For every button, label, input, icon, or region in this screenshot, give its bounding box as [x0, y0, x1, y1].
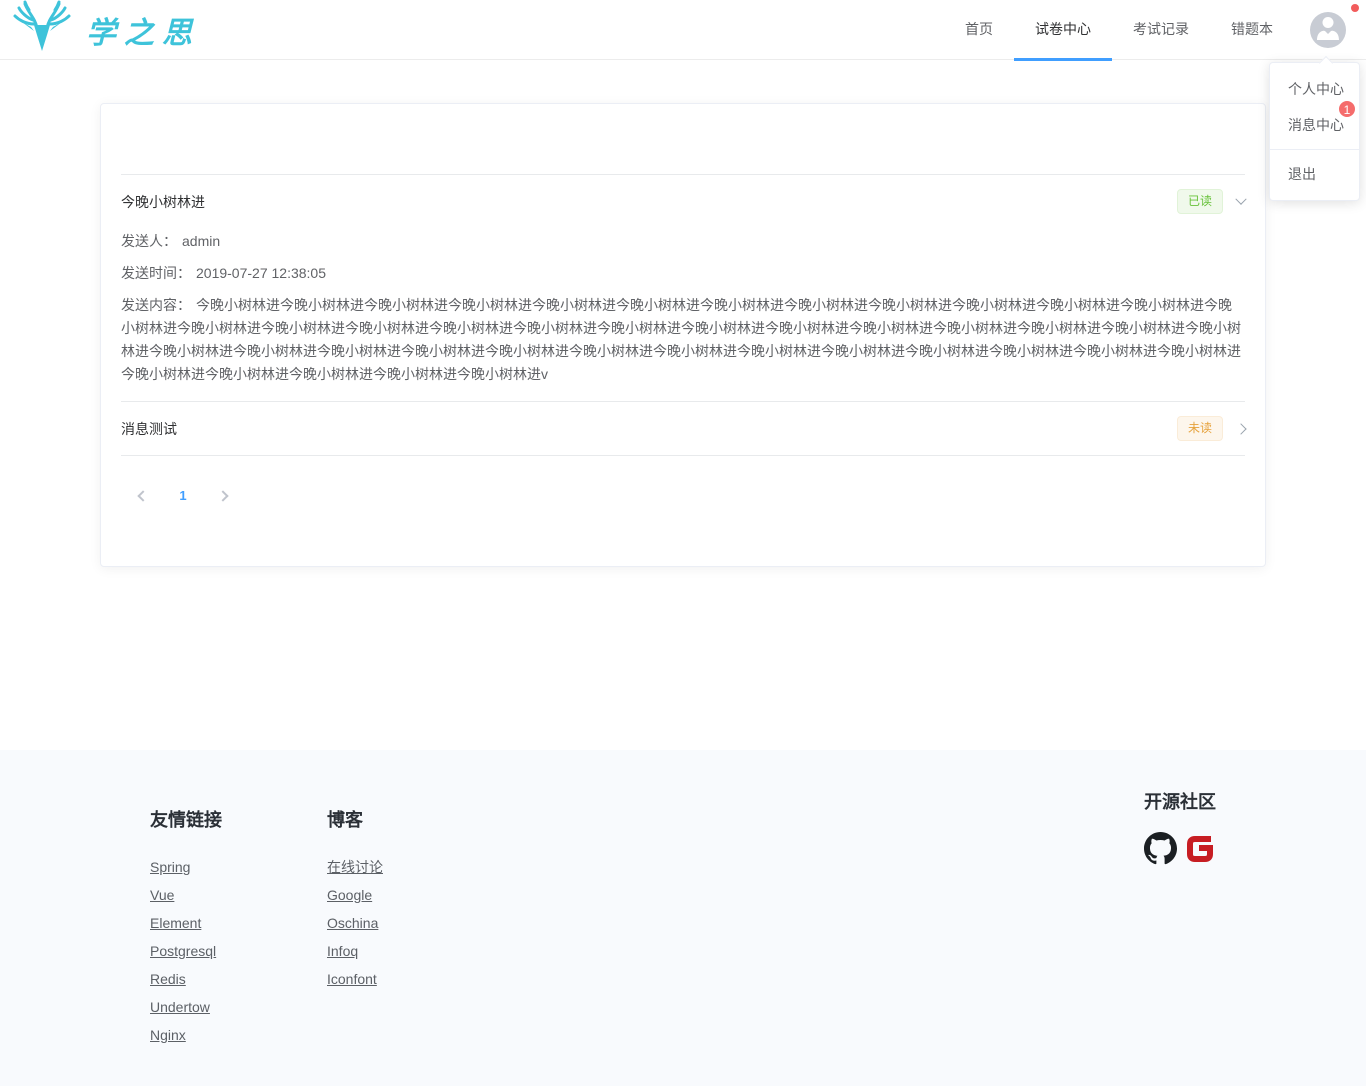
footer-link-element[interactable]: Element [150, 916, 327, 931]
footer-link-spring[interactable]: Spring [150, 860, 327, 875]
menu-divider [1270, 149, 1359, 150]
deer-logo-icon [8, 0, 76, 59]
footer-link-online-discussion[interactable]: 在线讨论 [327, 860, 504, 875]
footer: 友情链接 Spring Vue Element Postgresql Redis… [0, 750, 1366, 1086]
header: 学之思 首页 试卷中心 考试记录 错题本 [0, 0, 1366, 60]
footer-link-redis[interactable]: Redis [150, 972, 327, 987]
status-tag-read: 已读 [1177, 189, 1223, 214]
sender-row: 发送人： admin [121, 230, 1245, 253]
footer-blog-title: 博客 [327, 806, 504, 832]
message-item-1: 今晚小树林进 已读 发送人： admin 发送时间： 2019-07-27 12:3… [121, 174, 1245, 401]
user-avatar[interactable] [1310, 12, 1346, 48]
message-row-2[interactable]: 消息测试 未读 [121, 402, 1245, 455]
footer-link-nginx[interactable]: Nginx [150, 1028, 327, 1043]
sender-label: 发送人： [121, 233, 177, 249]
time-value: 2019-07-27 12:38:05 [196, 265, 326, 281]
menu-item-message-center-label: 消息中心 [1288, 117, 1344, 133]
footer-link-postgresql[interactable]: Postgresql [150, 944, 327, 959]
message-item-2: 消息测试 未读 [121, 401, 1245, 456]
footer-link-undertow[interactable]: Undertow [150, 1000, 327, 1015]
sender-value: admin [182, 233, 220, 249]
user-dropdown-menu: 个人中心 消息中心 1 退出 [1269, 62, 1360, 201]
gitee-icon[interactable] [1185, 834, 1215, 864]
user-icon [1310, 12, 1346, 48]
status-tag-unread: 未读 [1177, 416, 1223, 441]
footer-links-title: 友情链接 [150, 806, 327, 832]
github-icon[interactable] [1144, 832, 1177, 865]
nav-item-wrong-questions[interactable]: 错题本 [1210, 0, 1294, 60]
time-label: 发送时间： [121, 265, 191, 281]
logo[interactable]: 学之思 [8, 0, 200, 59]
content-value: 今晚小树林进今晚小树林进今晚小树林进今晚小树林进今晚小树林进今晚小树林进今晚小树… [121, 297, 1241, 382]
footer-blog-column: 博客 在线讨论 Google Oschina Infoq Iconfont [327, 788, 504, 1056]
nav-item-home[interactable]: 首页 [944, 0, 1014, 60]
chevron-right-icon [217, 490, 228, 501]
menu-item-message-center[interactable]: 消息中心 1 [1270, 107, 1359, 143]
pagination: 1 [129, 482, 1245, 510]
message-title: 消息测试 [121, 419, 177, 439]
nav-item-exam-center[interactable]: 试卷中心 [1014, 0, 1112, 60]
footer-links-column: 友情链接 Spring Vue Element Postgresql Redis… [150, 788, 327, 1056]
logo-text: 学之思 [86, 8, 200, 52]
pagination-next-button[interactable] [209, 482, 237, 510]
pagination-page-1[interactable]: 1 [169, 482, 197, 510]
footer-link-vue[interactable]: Vue [150, 888, 327, 903]
content-label: 发送内容： [121, 297, 191, 313]
footer-link-iconfont[interactable]: Iconfont [327, 972, 504, 987]
chevron-down-icon [1235, 193, 1246, 204]
main-nav: 首页 试卷中心 考试记录 错题本 [944, 0, 1294, 60]
content-row: 发送内容：今晚小树林进今晚小树林进今晚小树林进今晚小树林进今晚小树林进今晚小树林… [121, 294, 1245, 386]
pagination-prev-button[interactable] [129, 482, 157, 510]
footer-link-infoq[interactable]: Infoq [327, 944, 504, 959]
footer-community: 开源社区 [1144, 788, 1216, 1056]
card-header-space [121, 104, 1245, 174]
footer-link-oschina[interactable]: Oschina [327, 916, 504, 931]
message-detail: 发送人： admin 发送时间： 2019-07-27 12:38:05 发送内容：… [121, 228, 1245, 401]
unread-count-badge: 1 [1338, 100, 1356, 118]
message-row-1[interactable]: 今晚小树林进 已读 [121, 175, 1245, 228]
footer-link-google[interactable]: Google [327, 888, 504, 903]
message-title: 今晚小树林进 [121, 192, 205, 212]
notification-dot [1351, 4, 1359, 12]
menu-item-logout[interactable]: 退出 [1270, 156, 1359, 192]
time-row: 发送时间： 2019-07-27 12:38:05 [121, 262, 1245, 285]
nav-item-exam-records[interactable]: 考试记录 [1112, 0, 1210, 60]
main-content: 今晚小树林进 已读 发送人： admin 发送时间： 2019-07-27 12:3… [0, 103, 1366, 750]
message-list-card: 今晚小树林进 已读 发送人： admin 发送时间： 2019-07-27 12:3… [100, 103, 1266, 567]
chevron-right-icon [1235, 423, 1246, 434]
footer-community-title: 开源社区 [1144, 788, 1216, 814]
chevron-left-icon [137, 490, 148, 501]
